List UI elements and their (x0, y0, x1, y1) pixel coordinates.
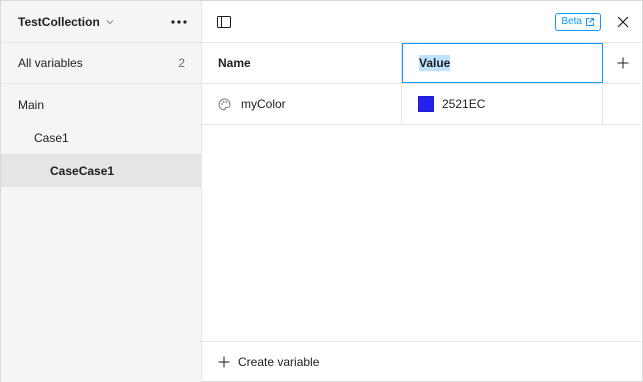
close-icon (617, 16, 629, 27)
variable-value: 2521EC (442, 97, 486, 111)
chevron-down-icon[interactable] (104, 16, 116, 28)
plus-icon (218, 356, 230, 368)
color-swatch[interactable] (418, 96, 434, 112)
plus-icon (617, 57, 629, 69)
all-variables-count: 2 (178, 56, 185, 70)
toolbar: Beta (202, 1, 643, 43)
group-label: CaseCase1 (50, 163, 115, 178)
all-variables-label: All variables (18, 56, 83, 70)
variables-window: TestCollection All variables 2 Main Case… (0, 0, 643, 382)
column-header-name[interactable]: Name (202, 43, 402, 83)
variable-value-cell[interactable]: 2521EC (402, 84, 603, 124)
table-row[interactable]: myColor 2521EC (202, 84, 643, 125)
add-column-button[interactable] (603, 43, 643, 83)
create-variable-button[interactable]: Create variable (202, 341, 643, 382)
group-item-casecase1[interactable]: CaseCase1 (1, 154, 201, 187)
variable-name-cell[interactable]: myColor (202, 84, 402, 124)
group-label: Case1 (34, 130, 69, 145)
column-header-name-label: Name (218, 56, 251, 70)
main-panel: Beta Name Value myColor 2521EC Create va… (202, 1, 643, 382)
column-header-value[interactable]: Value (402, 43, 603, 83)
collection-name[interactable]: TestCollection (18, 15, 100, 29)
palette-icon (218, 97, 231, 111)
group-label: Main (18, 97, 45, 112)
collection-header: TestCollection (1, 1, 201, 43)
create-variable-label: Create variable (238, 355, 320, 369)
group-item-main[interactable]: Main (1, 88, 201, 121)
row-spacer (603, 84, 643, 124)
more-options-button[interactable] (167, 10, 191, 34)
toggle-sidebar-button[interactable] (212, 10, 236, 34)
close-button[interactable] (611, 10, 635, 34)
column-header-value-label[interactable]: Value (419, 55, 451, 71)
group-tree: Main Case1 CaseCase1 (1, 84, 201, 187)
group-item-case1[interactable]: Case1 (1, 121, 201, 154)
beta-label: Beta (561, 16, 582, 27)
beta-badge[interactable]: Beta (555, 12, 601, 31)
ellipsis-icon (171, 19, 187, 24)
variable-name: myColor (241, 97, 286, 111)
all-variables-item[interactable]: All variables 2 (1, 43, 201, 84)
sidebar-toggle-icon (217, 15, 231, 28)
external-link-icon (586, 17, 594, 26)
sidebar: TestCollection All variables 2 Main Case… (1, 1, 202, 382)
table-header: Name Value (202, 43, 643, 84)
